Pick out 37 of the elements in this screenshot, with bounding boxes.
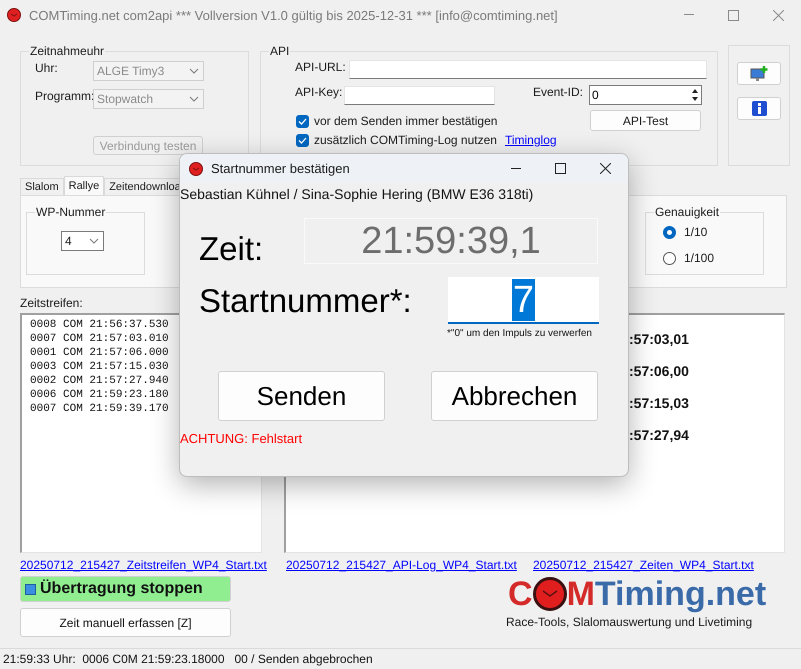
group-title: Genauigkeit — [654, 206, 720, 218]
time-label: Zeit: — [199, 230, 264, 268]
field-label: Programm: — [35, 89, 93, 103]
radio-label: 1/10 — [684, 225, 708, 239]
hint-text: *"0" um den Impuls zu verwerfen — [447, 328, 593, 339]
list-line: 0006 COM 21:59:23.180 — [30, 388, 170, 402]
status-text: 21:59:33 Uhr: 0006 C0M 21:59:23.18000 00 / Senden abgebrochen — [3, 652, 373, 666]
logo-letter: M — [566, 576, 595, 612]
group-title: WP-Nummer — [35, 206, 106, 218]
window-title: COMTiming.net com2api *** Vollversion V1.0 gültig bis 2025-12-31 *** [info@comtiming.net] — [29, 8, 558, 22]
list-line: 0001 COM 21:57:06.000 — [30, 346, 170, 360]
warning-text: ACHTUNG: Fehlstart — [180, 431, 304, 446]
checkbox-label: vor dem Senden immer bestätigen — [314, 114, 498, 128]
time-entry: :57:15,03 — [629, 395, 690, 411]
list-line: 0007 COM 21:59:39.170 — [30, 402, 170, 416]
field-label: Uhr: — [35, 61, 59, 75]
logo-text: Timing.net — [594, 576, 766, 612]
time-display: 21:59:39,1 — [304, 218, 598, 264]
field-label: Event-ID: — [533, 85, 584, 99]
logo-letter: C — [508, 576, 533, 612]
number-label: Startnummer*: — [199, 282, 413, 320]
time-entry: :57:27,94 — [629, 427, 690, 443]
radio-label: 1/100 — [684, 251, 714, 265]
list-line: 0007 COM 21:57:03.010 — [30, 332, 170, 346]
logo-tagline: Race-Tools, Slalomauswertung und Livetiming — [506, 615, 752, 629]
time-entry: :57:03,01 — [629, 331, 690, 347]
field-label: API-Key: — [295, 85, 344, 99]
group-title: Zeitnahmeuhr — [29, 45, 106, 57]
group-title: API — [269, 45, 290, 57]
list-line: 0003 COM 21:57:15.030 — [30, 360, 170, 374]
list-line: 0002 COM 21:57:27.940 — [30, 374, 170, 388]
time-entry: :57:06,00 — [629, 363, 690, 379]
list-label: Zeitstreifen: — [20, 296, 83, 310]
field-label: API-URL: — [295, 60, 346, 74]
list-line: 0008 COM 21:56:37.530 — [30, 318, 170, 332]
checkbox-label: zusätzlich COMTiming-Log nutzen — [314, 133, 497, 147]
dialog-title: Startnummer bestätigen — [211, 161, 350, 176]
